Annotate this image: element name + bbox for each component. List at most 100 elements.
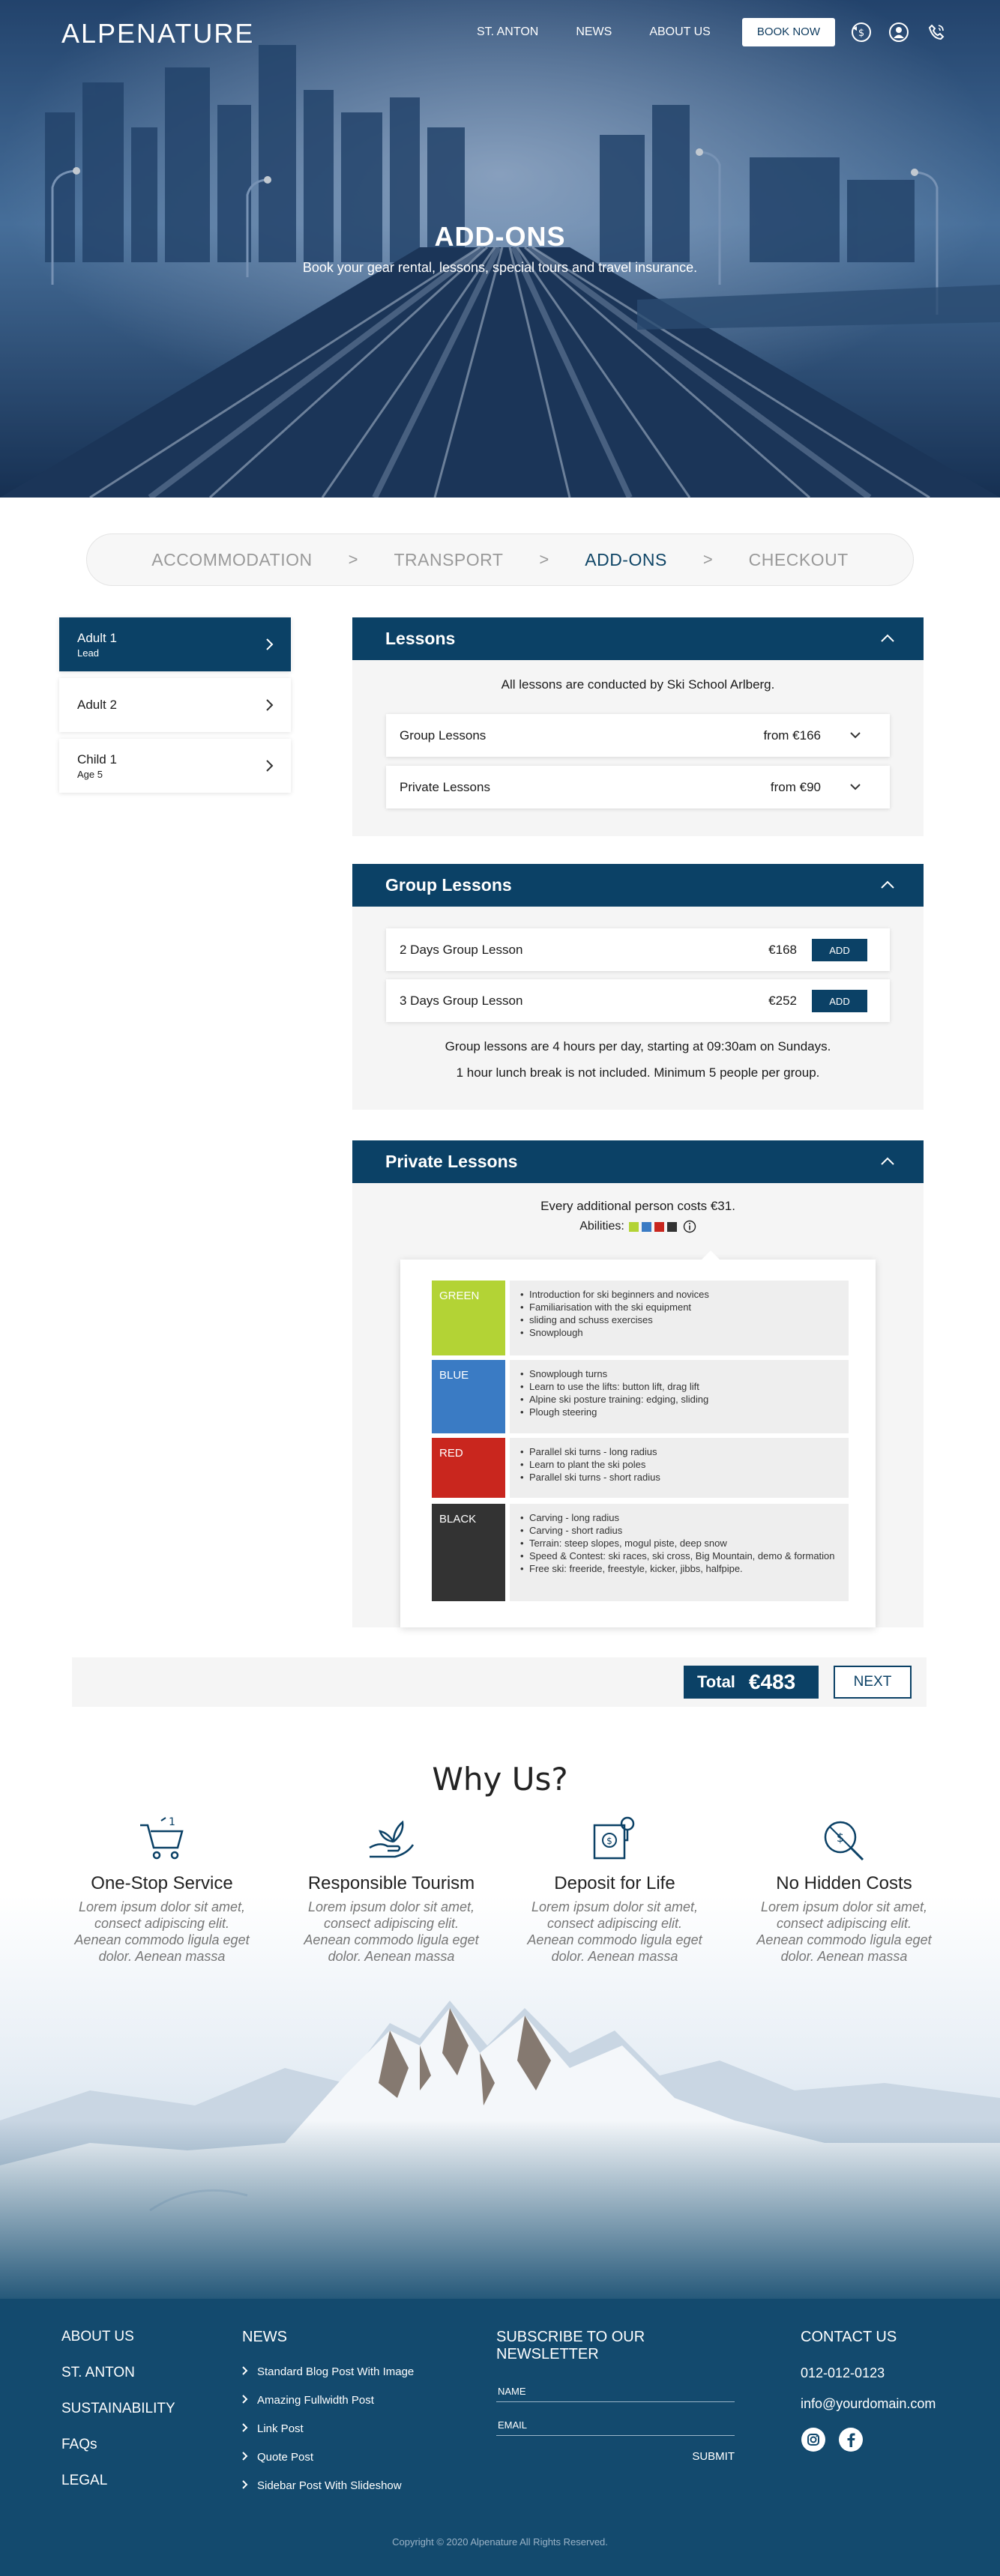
group-lessons-panel: Group Lessons 2 Days Group Lesson €168 A…	[352, 864, 924, 1110]
step-transport[interactable]: TRANSPORT	[394, 550, 503, 570]
news-post-link[interactable]: Link Post	[242, 2422, 414, 2435]
ability-name: BLUE	[432, 1360, 505, 1433]
chevron-up-icon[interactable]	[880, 632, 895, 643]
page: ALPENATURE ST. ANTON NEWS ABOUT US BOOK …	[0, 0, 1000, 2576]
step-add-ons[interactable]: ADD-ONS	[585, 550, 667, 570]
chevron-right-icon	[242, 2479, 248, 2492]
news-post-link[interactable]: Sidebar Post With Slideshow	[242, 2479, 414, 2492]
currency-exchange-icon[interactable]: $	[850, 21, 873, 43]
footer-link-legal[interactable]: LEGAL	[61, 2473, 175, 2489]
ability-skill: Speed & Contest: ski races, ski cross, B…	[519, 1549, 840, 1562]
panel-title: Group Lessons	[385, 875, 512, 895]
ability-skill: Familiarisation with the ski equipment	[519, 1301, 840, 1313]
footer-link-faqs[interactable]: FAQs	[61, 2437, 175, 2453]
traveler-list: Adult 1 Lead Adult 2 Child 1 Age 5	[59, 617, 291, 799]
hero-banner: ALPENATURE ST. ANTON NEWS ABOUT US BOOK …	[0, 0, 1000, 498]
ability-swatch-green	[628, 1221, 639, 1232]
ability-skill: Plough steering	[519, 1406, 840, 1418]
svg-text:$: $	[837, 1830, 844, 1845]
nav-about-us[interactable]: ABOUT US	[649, 18, 711, 46]
cart-icon: 1	[140, 1816, 184, 1860]
traveler-role: Lead	[77, 647, 99, 659]
chevron-right-icon	[266, 760, 274, 772]
footer-link-st-anton[interactable]: ST. ANTON	[61, 2365, 175, 2381]
feature-text: Lorem ipsum dolor sit amet, consect adip…	[74, 1899, 250, 1964]
user-icon[interactable]	[888, 21, 910, 43]
site-footer: ABOUT US ST. ANTON SUSTAINABILITY FAQs L…	[0, 2299, 1000, 2576]
lesson-option-private[interactable]: Private Lessons from €90	[386, 766, 890, 808]
deposit-icon: $	[593, 1816, 635, 1860]
group-lesson-row: 2 Days Group Lesson €168 ADD	[386, 928, 890, 971]
newsletter-form: SUBSCRIBE TO OUR NEWSLETTER NAME EMAIL S…	[496, 2329, 735, 2463]
page-subtitle: Book your gear rental, lessons, special …	[302, 260, 698, 275]
newsletter-email-field[interactable]: EMAIL	[496, 2416, 735, 2436]
chevron-down-icon[interactable]	[849, 731, 861, 740]
total-box: Total €483	[684, 1666, 819, 1699]
traveler-adult-1[interactable]: Adult 1 Lead	[59, 617, 291, 671]
ability-skill: Snowplough turns	[519, 1367, 840, 1380]
chevron-right-icon	[266, 638, 274, 650]
news-post-title: Sidebar Post With Slideshow	[257, 2479, 402, 2492]
feature-text: Lorem ipsum dolor sit amet, consect adip…	[756, 1899, 932, 1964]
ability-name: GREEN	[432, 1281, 505, 1355]
lesson-price: €168	[768, 942, 797, 957]
ability-skill: Introduction for ski beginners and novic…	[519, 1288, 840, 1301]
chevron-up-icon[interactable]	[880, 879, 895, 889]
facebook-icon[interactable]	[838, 2427, 864, 2452]
total-label: Total	[697, 1672, 735, 1691]
news-post-link[interactable]: Amazing Fullwidth Post	[242, 2394, 414, 2407]
page-title: ADD-ONS	[434, 221, 566, 252]
step-accommodation[interactable]: ACCOMMODATION	[151, 550, 312, 570]
ability-skill: sliding and schuss exercises	[519, 1313, 840, 1326]
traveler-name: Adult 1	[77, 630, 117, 645]
chevron-down-icon[interactable]	[849, 782, 861, 791]
lessons-panel-header[interactable]: Lessons	[352, 617, 924, 660]
feature-title: Responsible Tourism	[307, 1873, 475, 1893]
add-button[interactable]: ADD	[812, 990, 867, 1012]
step-checkout[interactable]: CHECKOUT	[749, 550, 849, 570]
footer-news-title: NEWS	[242, 2329, 287, 2345]
phone-icon[interactable]	[925, 21, 948, 43]
newsletter-name-field[interactable]: NAME	[496, 2383, 735, 2402]
site-logo[interactable]: ALPENATURE	[61, 18, 254, 49]
feature-title: No Hidden Costs	[776, 1873, 912, 1893]
ability-skill: Terrain: steep slopes, mogul piste, deep…	[519, 1537, 840, 1549]
nav-news[interactable]: NEWS	[576, 18, 612, 46]
chevron-right-icon	[242, 2394, 248, 2407]
step-separator: >	[348, 550, 358, 569]
traveler-child-1[interactable]: Child 1 Age 5	[59, 739, 291, 793]
ability-skill: Snowplough	[519, 1326, 840, 1339]
svg-text:$: $	[858, 28, 864, 39]
contact-phone[interactable]: 012-012-0123	[801, 2365, 936, 2381]
contact-email[interactable]: info@yourdomain.com	[801, 2396, 936, 2412]
option-label: Private Lessons	[400, 779, 490, 794]
ability-skill: Learn to plant the ski poles	[519, 1458, 840, 1471]
ability-skill: Learn to use the lifts: button lift, dra…	[519, 1380, 840, 1393]
newsletter-title: SUBSCRIBE TO OUR NEWSLETTER	[496, 2329, 645, 2362]
ability-skill: Parallel ski turns - long radius	[519, 1445, 840, 1458]
next-button[interactable]: NEXT	[834, 1666, 912, 1699]
panel-title: Private Lessons	[385, 1152, 518, 1171]
chevron-up-icon[interactable]	[880, 1155, 895, 1166]
private-lessons-header[interactable]: Private Lessons	[352, 1140, 924, 1183]
instagram-icon[interactable]	[801, 2427, 826, 2452]
total-value: €483	[748, 1670, 796, 1693]
lesson-option-group[interactable]: Group Lessons from €166	[386, 714, 890, 757]
add-button[interactable]: ADD	[812, 939, 867, 961]
copyright: Copyright © 2020 Alpenature All Rights R…	[392, 2536, 608, 2548]
feature-no-hidden-costs: $ No Hidden Costs Lorem ipsum dolor sit …	[754, 1812, 934, 1965]
newsletter-submit-button[interactable]: SUBMIT	[692, 2450, 735, 2463]
book-now-button[interactable]: BOOK NOW	[741, 18, 835, 46]
footer-link-sustainability[interactable]: SUSTAINABILITY	[61, 2401, 175, 2417]
lesson-label: 2 Days Group Lesson	[400, 942, 523, 957]
footer-link-about[interactable]: ABOUT US	[61, 2329, 175, 2345]
step-separator: >	[539, 550, 549, 569]
traveler-adult-2[interactable]: Adult 2	[59, 678, 291, 732]
news-post-link[interactable]: Standard Blog Post With Image	[242, 2365, 414, 2378]
group-lessons-header[interactable]: Group Lessons	[352, 864, 924, 907]
lesson-label: 3 Days Group Lesson	[400, 993, 523, 1008]
private-lessons-note: Every additional person costs €31.	[540, 1199, 735, 1213]
news-post-link[interactable]: Quote Post	[242, 2451, 414, 2464]
nav-st-anton[interactable]: ST. ANTON	[477, 18, 538, 46]
info-icon[interactable]	[683, 1220, 696, 1233]
